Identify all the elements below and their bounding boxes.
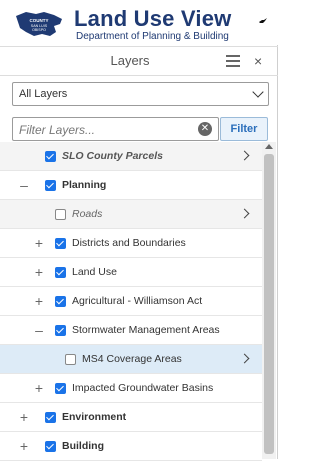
layer-label: Land Use xyxy=(72,266,117,278)
layer-label: Building xyxy=(62,440,104,452)
layer-label: SLO County Parcels xyxy=(62,150,163,162)
close-icon[interactable]: × xyxy=(254,53,262,69)
layer-row[interactable]: – Stormwater Management Areas xyxy=(0,316,262,345)
panel-header: Layers × xyxy=(0,46,278,76)
expand-icon[interactable]: + xyxy=(33,264,45,280)
expand-icon[interactable]: + xyxy=(33,380,45,396)
layer-row[interactable]: + Land Use xyxy=(0,258,262,287)
filter-placeholder: Filter Layers... xyxy=(19,123,96,137)
hamburger-icon[interactable] xyxy=(226,55,240,67)
layer-visibility-checkbox[interactable] xyxy=(55,238,66,249)
clear-filter-icon[interactable]: ✕ xyxy=(198,122,212,136)
panel-title: Layers xyxy=(110,53,150,68)
expand-icon[interactable]: + xyxy=(18,438,30,454)
app-header: COUNTY SAN LUIS OBISPO Land Use View Dep… xyxy=(0,0,278,45)
layer-visibility-checkbox[interactable] xyxy=(55,296,66,307)
app-title: Land Use View xyxy=(74,6,232,31)
scrollbar-thumb[interactable] xyxy=(264,154,274,454)
layer-row[interactable]: + Environment xyxy=(0,403,262,432)
layer-visibility-checkbox[interactable] xyxy=(65,354,76,365)
tree-scrollbar[interactable] xyxy=(262,142,276,459)
chevron-down-icon xyxy=(252,86,264,98)
layer-row[interactable]: + Building xyxy=(0,432,262,461)
layer-label: Stormwater Management Areas xyxy=(72,324,220,336)
layer-label: Impacted Groundwater Basins xyxy=(72,382,214,394)
layer-visibility-checkbox[interactable] xyxy=(55,325,66,336)
chevron-right-icon[interactable] xyxy=(239,208,250,219)
layer-visibility-checkbox[interactable] xyxy=(45,180,56,191)
expand-icon[interactable]: + xyxy=(18,409,30,425)
layer-group-select[interactable]: All Layers xyxy=(12,82,269,106)
layer-row[interactable]: + Impacted Groundwater Basins xyxy=(0,374,262,403)
filter-button[interactable]: Filter xyxy=(220,117,268,141)
bird-icon xyxy=(258,15,268,29)
county-logo: COUNTY SAN LUIS OBISPO xyxy=(16,12,62,36)
layer-visibility-checkbox[interactable] xyxy=(45,412,56,423)
collapse-icon[interactable]: – xyxy=(33,322,45,338)
chevron-right-icon[interactable] xyxy=(239,353,250,364)
layer-row[interactable]: + Districts and Boundaries xyxy=(0,229,262,258)
expand-icon[interactable]: + xyxy=(33,235,45,251)
layer-label: MS4 Coverage Areas xyxy=(82,353,182,365)
layer-row[interactable]: Roads xyxy=(0,200,262,229)
app-subtitle: Department of Planning & Building xyxy=(76,31,229,42)
layer-row[interactable]: SLO County Parcels xyxy=(0,142,262,171)
layer-label: Agricultural - Williamson Act xyxy=(72,295,203,307)
svg-text:OBISPO: OBISPO xyxy=(32,28,46,32)
svg-text:COUNTY: COUNTY xyxy=(30,18,49,23)
layer-row[interactable]: MS4 Coverage Areas xyxy=(0,345,262,374)
layer-visibility-checkbox[interactable] xyxy=(55,383,66,394)
layer-visibility-checkbox[interactable] xyxy=(55,209,66,220)
scroll-up-icon[interactable] xyxy=(265,144,273,149)
layer-visibility-checkbox[interactable] xyxy=(55,267,66,278)
layer-row[interactable]: + Agricultural - Williamson Act xyxy=(0,287,262,316)
layer-visibility-checkbox[interactable] xyxy=(45,441,56,452)
chevron-right-icon[interactable] xyxy=(239,150,250,161)
filter-layers-input[interactable]: Filter Layers... ✕ xyxy=(12,117,219,141)
expand-icon[interactable]: + xyxy=(33,293,45,309)
layer-label: Environment xyxy=(62,411,127,423)
layer-tree: SLO County Parcels – Planning Roads + Distric… xyxy=(0,142,262,461)
layer-label: Planning xyxy=(62,179,107,191)
layer-group-select-value: All Layers xyxy=(19,88,68,100)
land-use-layers-panel: COUNTY SAN LUIS OBISPO Land Use View Dep… xyxy=(0,0,278,461)
collapse-icon[interactable]: – xyxy=(18,177,30,193)
layer-label: Roads xyxy=(72,208,103,220)
layer-label: Districts and Boundaries xyxy=(72,237,186,249)
layer-row[interactable]: – Planning xyxy=(0,171,262,200)
layer-visibility-checkbox[interactable] xyxy=(45,151,56,162)
